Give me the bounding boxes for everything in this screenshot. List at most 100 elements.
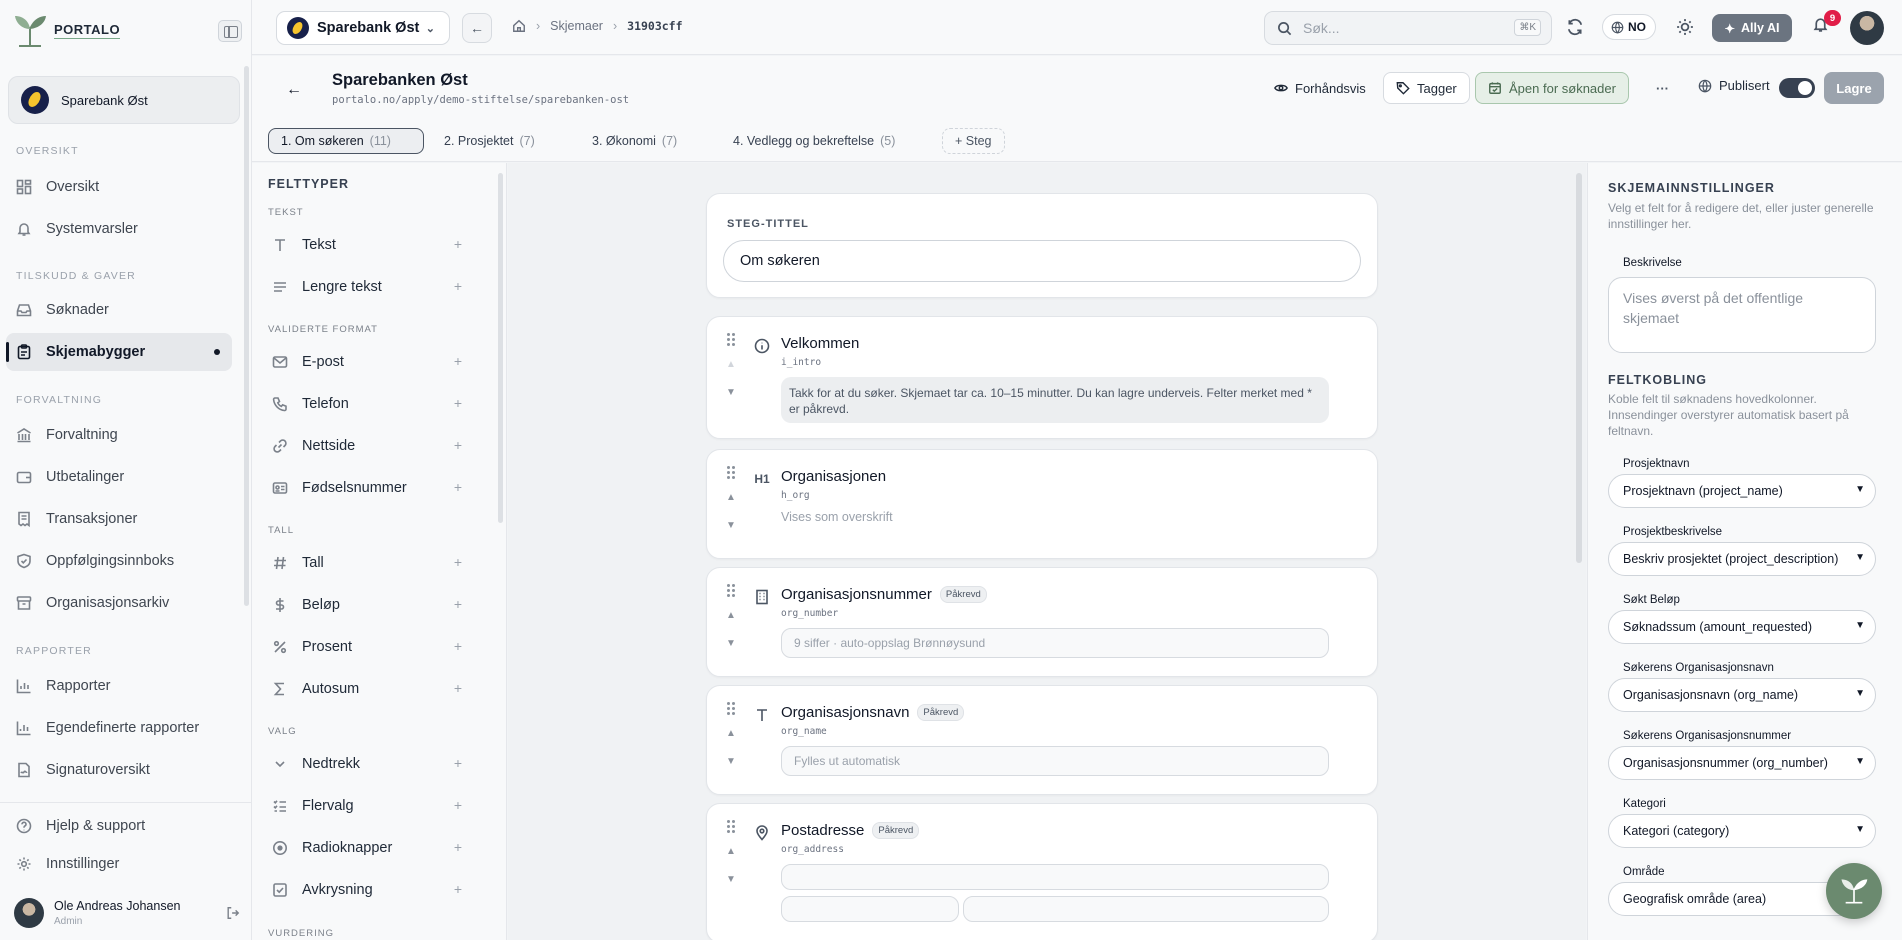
ally-ai-button[interactable]: ✦ Ally AI [1712,14,1792,42]
sidebar-item-skjemabygger[interactable]: Skjemabygger [6,333,232,371]
move-up-icon[interactable]: ▲ [726,610,736,621]
drag-handle-icon[interactable] [727,702,737,716]
move-up-icon[interactable]: ▲ [726,492,736,503]
tab-count: (7) [519,134,535,148]
mapping-select-project-description[interactable]: Beskriv prosjektet (project_description)… [1608,542,1876,576]
palette-section-tall: TALL [268,525,295,536]
breadcrumb-forms[interactable]: Skjemaer [550,19,603,33]
sidebar-item-oversikt[interactable]: Oversikt [6,168,232,206]
sidebar-item-transaksjoner[interactable]: Transaksjoner [6,500,232,538]
avatar[interactable] [1850,11,1884,45]
mapping-select-project-name[interactable]: Prosjektnavn (project_name) ▼ [1608,474,1876,508]
step-title-input[interactable]: Om søkeren [723,240,1361,282]
drag-handle-icon[interactable] [727,584,737,598]
sidebar-item-label: Organisasjonsarkiv [46,595,170,611]
field-card-organisasjonen[interactable]: ▲ ▼ H1 Organisasjonen h_org Vises som ov… [706,449,1378,559]
field-title-text: Postadresse [781,822,865,839]
move-up-icon: ▲ [726,359,736,370]
mapping-select-org-number[interactable]: Organisasjonsnummer (org_number) ▼ [1608,746,1876,780]
back-button[interactable]: ← [462,13,492,43]
sidebar-scrollbar[interactable] [244,66,249,606]
palette-item-prosent[interactable]: Prosent + [262,630,472,664]
palette-item-autosum[interactable]: Autosum + [262,672,472,706]
postcode-preview [781,896,959,922]
move-down-icon[interactable]: ▼ [726,638,736,649]
sidebar-item-utbetalinger[interactable]: Utbetalinger [6,458,232,496]
search-input[interactable]: Søk... ⌘K [1264,11,1552,45]
description-textarea[interactable]: Vises øverst på det offentlige skjemaet [1608,277,1876,353]
move-down-icon[interactable]: ▼ [726,874,736,885]
org-card[interactable]: Sparebank Øst [8,76,240,124]
tab-step-2[interactable]: 2. Prosjektet (7) [432,128,547,154]
tab-step-1[interactable]: 1. Om søkeren (11) [268,128,424,154]
logo[interactable]: PORTALO [12,12,242,48]
palette-scrollbar[interactable] [498,173,503,523]
palette-item-tekst[interactable]: Tekst + [262,228,472,262]
field-card-velkommen[interactable]: ▲ ▼ Velkommen i_intro Takk for at du søk… [706,316,1378,439]
published-toggle[interactable] [1779,78,1815,98]
palette-item-flervalg[interactable]: Flervalg + [262,789,472,823]
collapse-sidebar-button[interactable] [218,20,242,42]
drag-handle-icon[interactable] [727,466,737,480]
palette-item-belop[interactable]: Beløp + [262,588,472,622]
mapping-label: Kategori [1623,798,1666,810]
refresh-icon[interactable] [1566,18,1584,36]
language-switcher[interactable]: NO [1602,14,1656,40]
save-button[interactable]: Lagre [1824,72,1884,104]
assistant-fab[interactable] [1826,863,1882,919]
status-button[interactable]: Åpen for søknader [1475,72,1629,104]
sidebar-item-rapporter[interactable]: Rapporter [6,667,232,705]
form-canvas: STEG-TITTEL Om søkeren ▲ ▼ Velkommen i_i… [508,163,1586,940]
palette-item-nedtrekk[interactable]: Nedtrekk + [262,747,472,781]
add-icon: + [453,395,462,411]
canvas-scrollbar[interactable] [1576,173,1582,563]
mapping-select-category[interactable]: Kategori (category) ▼ [1608,814,1876,848]
palette-item-epost[interactable]: E-post + [262,345,472,379]
palette-item-nettside[interactable]: Nettside + [262,429,472,463]
field-card-postadresse[interactable]: ▲ ▼ Postadresse Påkrevd org_address [706,803,1378,940]
field-key: org_address [781,844,844,855]
sidebar-item-signatur[interactable]: Signaturoversikt [6,751,232,789]
tab-count: (5) [880,134,896,148]
mapping-title: FELTKOBLING [1608,373,1707,387]
drag-handle-icon[interactable] [727,333,737,347]
tab-step-3[interactable]: 3. Økonomi (7) [580,128,689,154]
sidebar-item-help[interactable]: Hjelp & support [6,807,232,845]
field-card-orgnummer[interactable]: ▲ ▼ Organisasjonsnummer Påkrevd org_numbe… [706,567,1378,677]
palette-item-tall[interactable]: Tall + [262,546,472,580]
org-switcher[interactable]: Sparebank Øst ⌄ [276,11,450,45]
mapping-select-org-name[interactable]: Organisasjonsnavn (org_name) ▼ [1608,678,1876,712]
palette-item-avkrysning[interactable]: Avkrysning + [262,873,472,907]
sidebar-item-forvaltning[interactable]: Forvaltning [6,416,232,454]
drag-handle-icon[interactable] [727,820,737,834]
sidebar-item-organisasjonsarkiv[interactable]: Organisasjonsarkiv [6,584,232,622]
building-icon [16,427,32,443]
sidebar-item-soknader[interactable]: Søknader [6,291,232,329]
home-icon[interactable] [512,19,526,33]
field-card-orgnavn[interactable]: ▲ ▼ Organisasjonsnavn Påkrevd org_name Fy… [706,685,1378,795]
palette-item-radioknapper[interactable]: Radioknapper + [262,831,472,865]
logout-icon[interactable] [226,906,240,920]
palette-item-lengre[interactable]: Lengre tekst + [262,270,472,304]
move-down-icon[interactable]: ▼ [726,756,736,767]
tab-step-4[interactable]: 4. Vedlegg og bekreftelse (5) [721,128,907,154]
user-row[interactable]: Ole Andreas Johansen Admin [14,896,240,930]
sidebar-item-oppfolging[interactable]: Oppfølgingsinnboks [6,542,232,580]
sun-icon[interactable] [1676,18,1694,36]
sidebar-item-settings[interactable]: Innstillinger [6,845,232,883]
more-options-button[interactable]: ··· [1644,72,1681,104]
sidebar-item-systemvarsler[interactable]: Systemvarsler [6,210,232,248]
sidebar-item-egendefinerte[interactable]: Egendefinerte rapporter [6,709,232,747]
palette-item-telefon[interactable]: Telefon + [262,387,472,421]
preview-button[interactable]: Forhåndsvis [1262,72,1378,104]
move-down-icon[interactable]: ▼ [726,387,736,398]
palette-item-fodselsnummer[interactable]: Fødselsnummer + [262,471,472,505]
mapping-select-amount[interactable]: Søknadssum (amount_requested) ▼ [1608,610,1876,644]
move-down-icon[interactable]: ▼ [726,520,736,531]
sprout-icon [1841,879,1868,904]
add-step-button[interactable]: + Steg [942,128,1005,154]
move-up-icon[interactable]: ▲ [726,846,736,857]
tags-button[interactable]: Tagger [1383,72,1470,104]
arrow-left-icon[interactable]: ← [286,81,302,99]
move-up-icon[interactable]: ▲ [726,728,736,739]
